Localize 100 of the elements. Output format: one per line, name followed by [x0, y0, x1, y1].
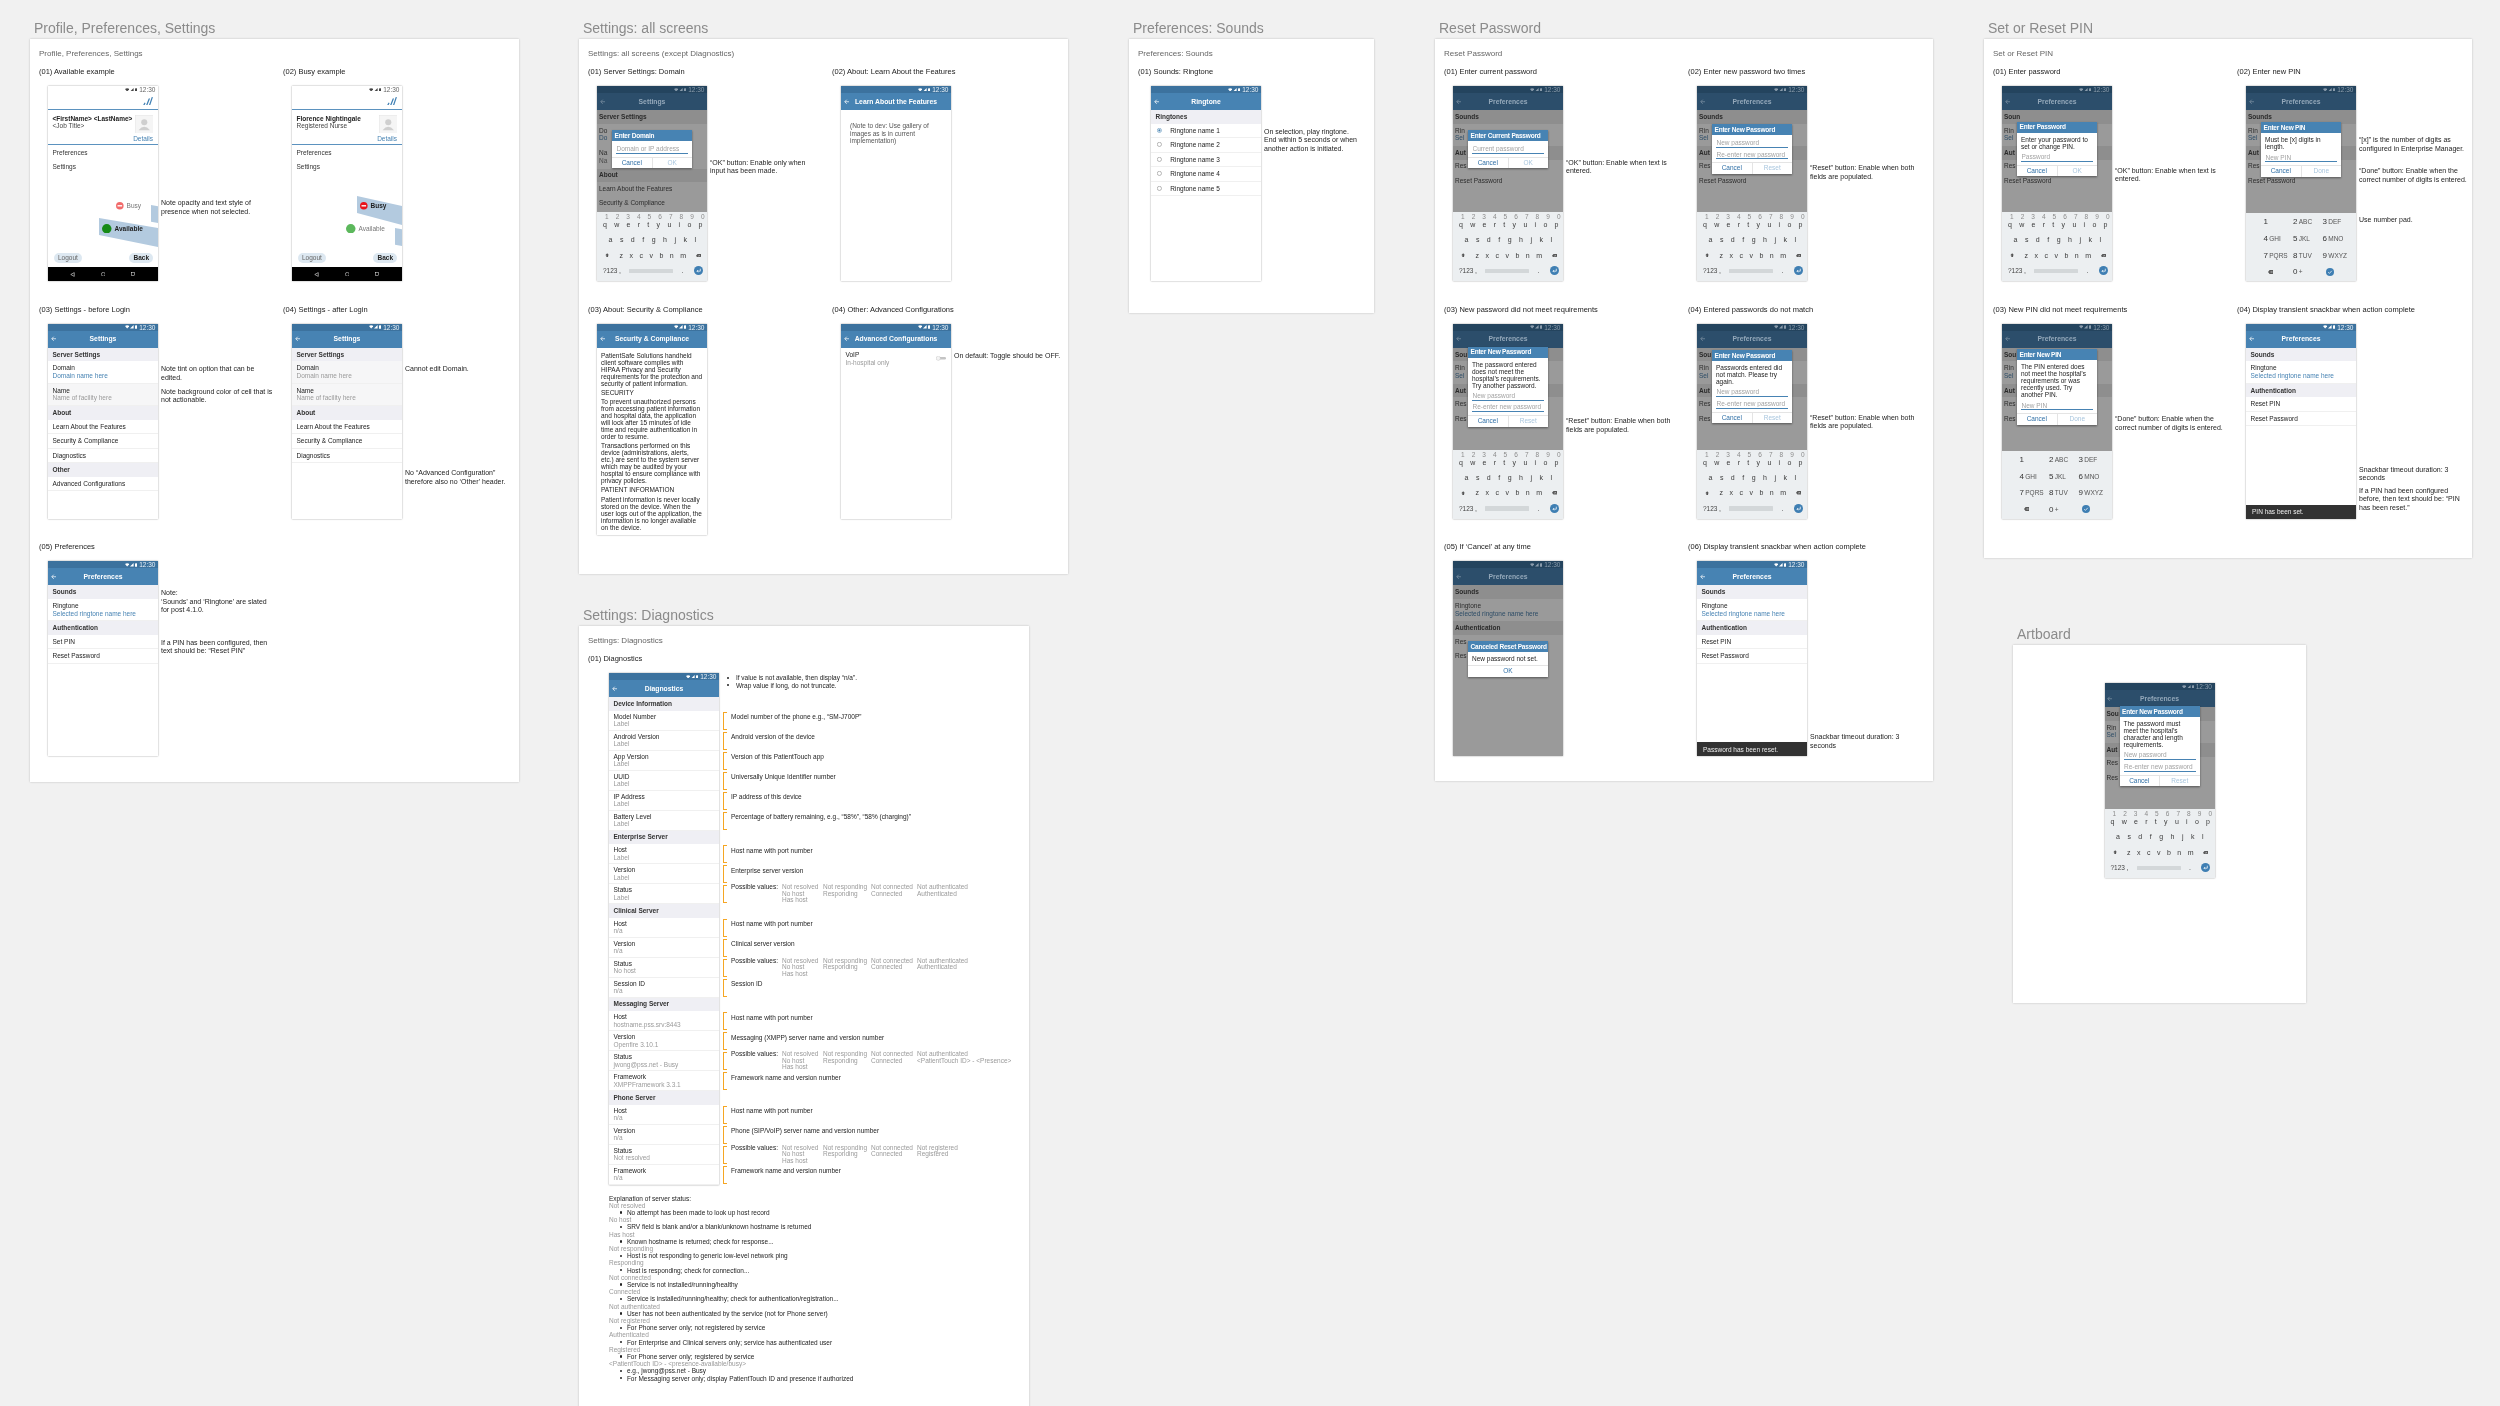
battery-icon	[684, 87, 687, 92]
battery-icon	[2191, 684, 2194, 689]
enter-icon[interactable]	[693, 266, 703, 276]
artboard-subtitle: Settings: Diagnostics	[588, 636, 664, 645]
back-arrow-icon[interactable]	[599, 98, 605, 105]
status-dot-icon[interactable]	[346, 223, 356, 234]
numpad-key[interactable]: 1	[2019, 455, 2024, 465]
shift-icon[interactable]	[2112, 850, 2117, 855]
enter-icon[interactable]	[1793, 504, 1803, 514]
bullet-icon	[619, 1283, 622, 1286]
backspace-icon[interactable]	[1551, 253, 1557, 258]
shift-icon[interactable]	[1461, 253, 1466, 258]
radio-icon[interactable]	[1157, 127, 1162, 133]
battery-icon	[1540, 562, 1543, 567]
battery-icon	[379, 325, 382, 330]
wifi-icon	[674, 87, 679, 92]
artboard-title: Preferences: Sounds	[1132, 19, 1265, 38]
battery-icon	[135, 325, 138, 330]
shift-icon[interactable]	[2010, 253, 2015, 258]
backspace-icon[interactable]	[1551, 491, 1557, 496]
annotation-bracket	[723, 865, 727, 883]
shift-icon[interactable]	[1461, 491, 1466, 496]
avatar-icon	[134, 114, 153, 134]
shift-icon[interactable]	[1705, 491, 1710, 496]
battery-icon	[2089, 87, 2092, 92]
back-arrow-icon[interactable]	[2004, 98, 2010, 105]
recents-icon[interactable]	[131, 272, 135, 276]
home-icon[interactable]	[344, 271, 350, 277]
backspace-icon[interactable]	[2100, 253, 2106, 258]
artboard-title: Settings: all screens	[582, 19, 710, 38]
signal-icon	[130, 87, 135, 92]
back-arrow-icon[interactable]	[1699, 98, 1705, 105]
wifi-icon	[674, 325, 679, 329]
artboard-title: Artboard	[2016, 625, 2072, 644]
back-arrow-icon[interactable]	[1699, 336, 1705, 342]
bullet-icon	[619, 1211, 622, 1214]
backspace-icon[interactable]	[1795, 253, 1801, 258]
back-arrow-icon[interactable]	[2107, 695, 2113, 702]
wifi-icon	[918, 325, 923, 329]
wifi-icon	[686, 674, 691, 679]
done-check-icon[interactable]	[2081, 505, 2090, 514]
back-arrow-icon[interactable]	[1455, 336, 1461, 342]
battery-icon	[928, 87, 931, 92]
numpad-key[interactable]: 1	[2263, 217, 2268, 227]
backspace-icon[interactable]	[1795, 491, 1801, 496]
status-dot-icon[interactable]	[102, 223, 112, 234]
battery-icon	[135, 87, 138, 92]
back-arrow-icon[interactable]	[1455, 574, 1461, 580]
artboard-subtitle: Reset Password	[1444, 49, 1504, 58]
battery-icon	[1540, 325, 1543, 330]
battery-icon	[1540, 87, 1543, 92]
bullet-icon	[619, 1312, 622, 1315]
backspace-icon[interactable]	[2023, 507, 2029, 512]
battery-icon	[1784, 325, 1787, 330]
battery-icon	[135, 562, 138, 567]
enter-icon[interactable]	[2098, 266, 2108, 276]
wifi-icon	[1530, 325, 1535, 329]
no-entry-icon[interactable]	[116, 202, 124, 210]
recents-icon[interactable]	[375, 272, 379, 276]
enter-icon[interactable]	[1549, 266, 1559, 276]
wifi-icon	[2323, 87, 2328, 92]
toggle-switch[interactable]	[936, 356, 947, 361]
done-check-icon[interactable]	[2325, 267, 2334, 276]
radio-icon[interactable]	[1157, 156, 1162, 162]
backspace-icon[interactable]	[695, 253, 701, 258]
battery-icon	[2333, 325, 2336, 330]
battery-icon	[379, 87, 382, 92]
artboard-title: Settings: Diagnostics	[582, 606, 715, 625]
bullet-icon	[619, 1355, 622, 1358]
artboard-subtitle: Set or Reset PIN	[1993, 49, 2055, 58]
shift-icon[interactable]	[605, 253, 610, 258]
signal-icon	[374, 87, 379, 92]
backspace-icon[interactable]	[2203, 850, 2208, 855]
artboard-subtitle: Profile, Preferences, Settings	[39, 49, 144, 58]
back-arrow-icon[interactable]	[2248, 98, 2254, 105]
wifi-icon	[125, 87, 130, 92]
wifi-icon	[1774, 87, 1779, 92]
battery-icon	[1238, 87, 1241, 92]
annotation-bracket	[723, 1032, 727, 1050]
wifi-icon	[1530, 87, 1535, 92]
back-icon[interactable]	[70, 271, 75, 277]
wifi-icon	[369, 87, 374, 92]
enter-icon[interactable]	[2201, 863, 2210, 873]
radio-icon[interactable]	[1157, 185, 1162, 191]
no-entry-icon[interactable]	[360, 202, 368, 210]
radio-icon[interactable]	[1157, 171, 1162, 177]
artboard-subtitle: Preferences: Sounds	[1138, 49, 1214, 58]
back-arrow-icon[interactable]	[1455, 98, 1461, 105]
wifi-icon	[2323, 325, 2328, 329]
artboard-title: Profile, Preferences, Settings	[33, 19, 217, 38]
back-arrow-icon[interactable]	[2004, 336, 2010, 342]
annotation-bracket	[723, 1072, 727, 1090]
enter-icon[interactable]	[1793, 266, 1803, 276]
shift-icon[interactable]	[1705, 253, 1710, 258]
radio-icon[interactable]	[1157, 142, 1162, 148]
home-icon[interactable]	[100, 271, 106, 277]
enter-icon[interactable]	[1549, 504, 1559, 514]
back-icon[interactable]	[314, 271, 319, 277]
battery-icon	[684, 325, 687, 330]
backspace-icon[interactable]	[2267, 269, 2273, 274]
